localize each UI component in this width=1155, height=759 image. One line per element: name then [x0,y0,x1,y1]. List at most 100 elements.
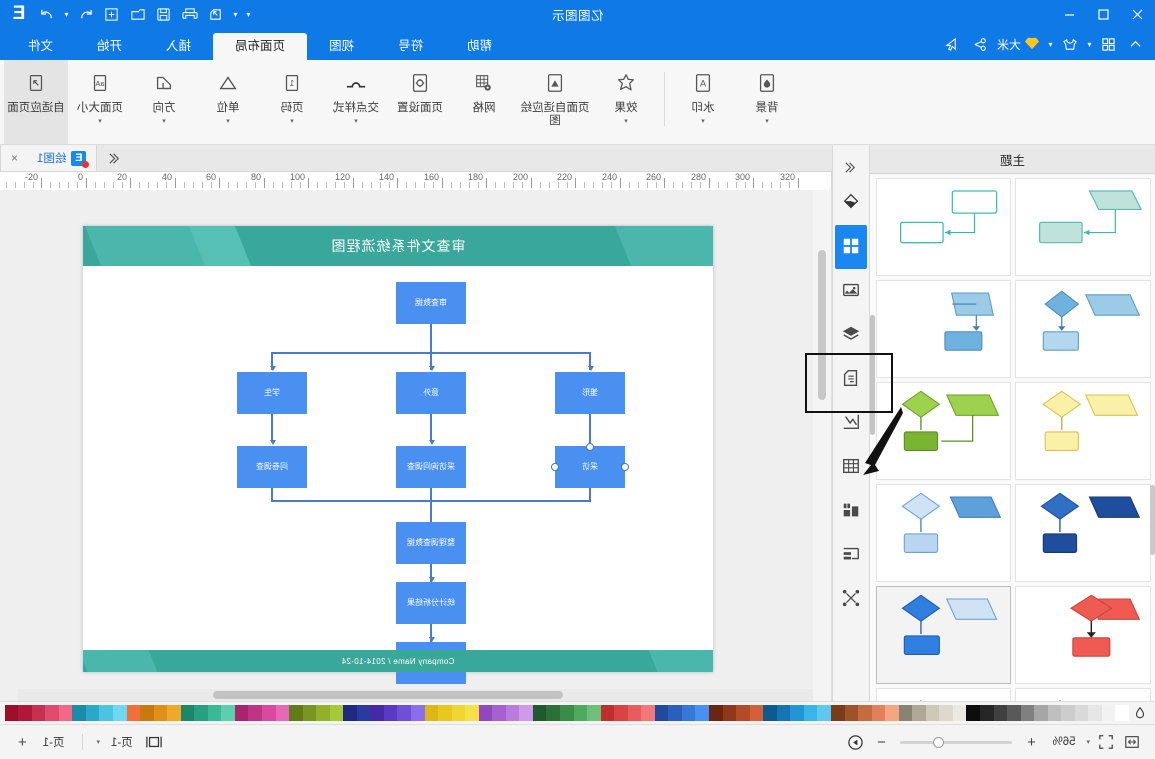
connector-tool[interactable] [835,577,867,621]
flow-node[interactable]: 整理调查数据 [396,522,466,564]
background-button[interactable]: 背景 ▾ [735,60,799,144]
flow-node[interactable]: 统计分析结果 [396,582,466,624]
color-swatch[interactable] [1034,705,1048,721]
color-swatch[interactable] [709,705,723,721]
cursor-icon[interactable] [939,30,965,58]
color-swatch[interactable] [1115,705,1129,721]
chevron-down-icon[interactable]: ▾ [98,117,102,125]
zoom-slider-knob[interactable] [933,736,945,748]
color-swatch[interactable] [207,705,222,721]
grid-button[interactable]: 网格 [452,60,516,144]
unit-button[interactable]: 单位 ▾ [196,60,260,144]
tab-file[interactable]: 文件 [6,33,75,60]
color-swatch[interactable] [180,705,195,721]
chevron-down-icon[interactable]: ▾ [624,117,628,125]
color-swatch[interactable] [465,705,479,721]
color-swatch[interactable] [722,705,737,721]
shape-cell-teal-1[interactable] [1015,178,1151,276]
color-swatch[interactable] [370,705,384,721]
flow-node[interactable]: 雏形 [555,372,625,414]
zoom-in-button[interactable]: + [1018,729,1044,755]
color-swatch[interactable] [898,705,913,721]
color-swatch[interactable] [858,705,872,721]
color-swatch[interactable] [614,705,628,721]
color-swatch[interactable] [194,705,208,721]
color-swatch[interactable] [1047,705,1062,721]
grid-apps-icon[interactable] [1096,30,1122,58]
shape-cell-navy-1[interactable] [1015,484,1151,582]
fit-drawing-button[interactable]: 页面自适应绘图 [516,60,594,144]
color-swatch[interactable] [167,705,181,721]
chevron-down-icon[interactable]: ▾ [162,117,166,125]
color-swatch[interactable] [45,705,59,721]
fit-page-status-button[interactable] [1093,729,1119,755]
canvas-horizontal-scrollbar[interactable] [18,689,813,701]
color-swatch[interactable] [1101,705,1116,721]
color-swatch[interactable] [126,705,141,721]
shape-cell-blue-3[interactable] [876,688,1012,701]
zoom-dropdown-icon[interactable]: ▾ [1083,738,1093,746]
flow-node[interactable]: 意外 [396,372,466,414]
canvas-area[interactable]: 审查文件系统流程图 审查数据 雏形 意外 学生 采访 采访询问调查 问卷调查 整… [0,190,832,701]
outline-tool[interactable] [835,533,867,577]
infographic-tool[interactable] [835,489,867,533]
color-swatch[interactable] [871,705,886,721]
theme-caret-icon[interactable]: ▾ [1045,30,1056,58]
selection-handle[interactable] [586,443,594,451]
color-swatch[interactable] [627,705,642,721]
shape-library-tool[interactable] [835,225,867,269]
color-swatch[interactable] [952,705,967,721]
color-swatch[interactable] [262,705,276,721]
flow-node[interactable]: 学生 [237,372,307,414]
selection-handle[interactable] [551,463,559,471]
color-swatch[interactable] [844,705,859,721]
crossing-style-button[interactable]: 交点样式 ▾ [324,60,388,144]
color-swatch[interactable] [72,705,86,721]
color-swatch[interactable] [4,705,19,721]
color-swatch[interactable] [668,705,682,721]
flow-node-selected[interactable]: 采访 [555,446,625,488]
panel-resize-handle[interactable] [1150,485,1155,555]
color-swatch[interactable] [1020,705,1035,721]
color-swatch[interactable] [830,705,845,721]
color-swatch[interactable] [1088,705,1102,721]
fit-width-button[interactable] [1119,729,1145,755]
presentation-button[interactable] [842,729,868,755]
color-swatch[interactable] [99,705,113,721]
tab-start[interactable]: 开始 [75,33,144,60]
shape-cell-navy-2[interactable] [876,484,1012,582]
tab-help[interactable]: 帮助 [445,33,514,60]
view-mode-button[interactable] [141,729,167,755]
eyedropper-icon[interactable] [1129,705,1151,721]
shape-cell-teal-2[interactable] [876,178,1012,276]
image-tool[interactable] [835,269,867,313]
chevron-down-icon[interactable]: ▾ [765,117,769,125]
flow-node[interactable]: 审查数据 [396,282,466,324]
color-swatch[interactable] [519,705,533,721]
color-swatch[interactable] [58,705,73,721]
color-swatch[interactable] [885,705,899,721]
shape-cell-red[interactable] [1015,586,1151,684]
tab-symbols[interactable]: 符号 [376,33,445,60]
page-setup-button[interactable]: 页面设置 [388,60,452,144]
color-swatch[interactable] [383,705,398,721]
color-swatch[interactable] [641,705,655,721]
tab-insert[interactable]: 插入 [144,33,213,60]
page-dropdown-icon[interactable]: ▾ [94,738,104,746]
color-swatch[interactable] [221,705,235,721]
chevron-up-icon[interactable] [1123,30,1149,58]
effects-button[interactable]: 效果 ▾ [594,60,658,144]
horizontal-scroll-thumb[interactable] [213,691,563,699]
color-swatch[interactable] [438,705,452,721]
apps-caret-icon[interactable]: ▾ [1084,30,1095,58]
canvas-scroll-zone[interactable]: 审查文件系统流程图 审查数据 雏形 意外 学生 采访 采访询问调查 问卷调查 整… [0,190,813,701]
vip-badge[interactable]: 大米 [993,30,1044,58]
chevron-down-icon[interactable]: ▾ [354,117,358,125]
color-swatch[interactable] [681,705,696,721]
color-swatch[interactable] [939,705,953,721]
connector-icon[interactable] [966,30,992,58]
color-swatch[interactable] [600,705,615,721]
color-swatch[interactable] [424,705,439,721]
color-swatch[interactable] [573,705,588,721]
color-swatch[interactable] [912,705,926,721]
